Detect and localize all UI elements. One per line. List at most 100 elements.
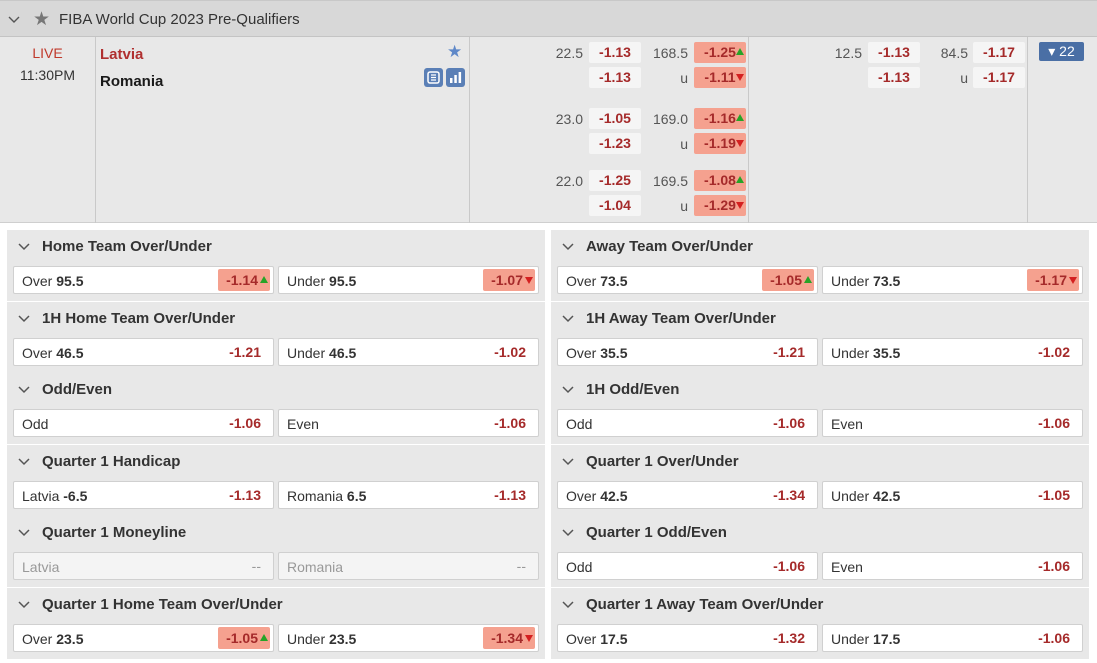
bet-option[interactable]: Under 95.5 -1.07 (278, 266, 539, 294)
option-odds: -1.21 (773, 343, 805, 360)
under-odds[interactable]: -1.29 (694, 195, 746, 216)
bet-option[interactable]: Over 17.5 -1.32 (557, 623, 818, 652)
stats-chart-icon[interactable] (446, 68, 465, 87)
more-markets-button[interactable]: ▾ 22 (1039, 42, 1084, 61)
1h-over-odds[interactable]: -1.17 (973, 42, 1025, 63)
handicap-away-odds[interactable]: -1.13 (589, 67, 641, 88)
bet-option[interactable]: Over 95.5 -1.14 (13, 266, 274, 294)
market-block: 1H Away Team Over/Under Over 35.5 -1.21 Und… (551, 301, 1089, 373)
bet-option[interactable]: Over 46.5 -1.21 (13, 337, 274, 366)
chevron-down-icon[interactable] (8, 13, 20, 25)
bet-option[interactable]: Over 73.5 -1.05 (557, 266, 818, 294)
total-line: 168.5 (652, 45, 688, 61)
1h-under-odds[interactable]: -1.17 (973, 67, 1025, 88)
divider (1027, 37, 1028, 223)
bet-option[interactable]: Even -1.06 (822, 552, 1083, 580)
option-odds: -1.07 (483, 269, 535, 291)
market-title: Quarter 1 Home Team Over/Under (42, 595, 283, 613)
bet-option[interactable]: Even -1.06 (822, 409, 1083, 437)
bet-option[interactable]: Under 35.5 -1.02 (822, 337, 1083, 366)
bet-option[interactable]: Odd -1.06 (557, 409, 818, 437)
option-odds: -1.13 (229, 486, 261, 503)
chevron-down-icon[interactable] (18, 242, 30, 252)
favorite-star-icon[interactable]: ★ (33, 10, 50, 29)
bet-option[interactable]: Over 42.5 -1.34 (557, 480, 818, 509)
away-team-name[interactable]: Romania (100, 73, 163, 90)
bet-option[interactable]: Under 17.5 -1.06 (822, 623, 1083, 652)
under-label: u (680, 70, 688, 86)
bet-option[interactable]: Over 23.5 -1.05 (13, 623, 274, 652)
chevron-down-icon[interactable] (18, 528, 30, 538)
over-odds[interactable]: -1.25 (694, 42, 746, 63)
option-odds: -1.02 (1038, 343, 1070, 360)
option-label: Under 42.5 (831, 487, 901, 504)
option-odds: -1.34 (483, 626, 535, 649)
over-odds[interactable]: -1.16 (694, 108, 746, 129)
chevron-down-icon[interactable] (562, 385, 574, 395)
option-label: Over 95.5 (22, 273, 84, 289)
total-line: 169.5 (652, 173, 688, 189)
chevron-down-icon[interactable] (562, 242, 574, 252)
bet-option[interactable]: Under 23.5 -1.34 (278, 623, 539, 652)
under-odds[interactable]: -1.19 (694, 133, 746, 154)
1h-handicap-home-odds[interactable]: -1.13 (868, 42, 920, 63)
market-title: Quarter 1 Away Team Over/Under (586, 595, 824, 613)
option-label: Romania (287, 559, 344, 575)
market-block: Quarter 1 Handicap Latvia -6.5 -1.13 Romani… (7, 444, 545, 516)
chevron-down-icon[interactable] (18, 600, 30, 610)
bet-option[interactable]: Even -1.06 (278, 409, 539, 437)
scoreboard-icon[interactable] (424, 68, 443, 87)
chevron-down-icon[interactable] (18, 385, 30, 395)
option-line: 46.5 (329, 344, 357, 361)
trend-down-icon (736, 140, 744, 147)
chevron-down-icon[interactable] (18, 457, 30, 467)
option-odds: -1.06 (494, 415, 526, 431)
chevron-down-icon[interactable] (562, 528, 574, 538)
market-block: Quarter 1 Over/Under Over 42.5 -1.34 Under … (551, 444, 1089, 516)
bet-option[interactable]: Romania 6.5 -1.13 (278, 480, 539, 509)
market-title: Odd/Even (42, 381, 113, 398)
bet-option[interactable]: Latvia -6.5 -1.13 (13, 480, 274, 509)
league-header[interactable]: ★ FIBA World Cup 2023 Pre-Qualifiers (0, 0, 1097, 37)
bet-option[interactable]: Odd -1.06 (13, 409, 274, 437)
handicap-home-odds[interactable]: -1.13 (589, 42, 641, 63)
market-block: Home Team Over/Under Over 95.5 -1.14 Under … (7, 230, 545, 301)
handicap-away-odds[interactable]: -1.23 (589, 133, 641, 154)
bet-option[interactable]: Under 46.5 -1.02 (278, 337, 539, 366)
option-label: Over 23.5 (22, 630, 84, 647)
bet-option[interactable]: Under 42.5 -1.05 (822, 480, 1083, 509)
bet-option[interactable]: Over 35.5 -1.21 (557, 337, 818, 366)
chevron-down-icon[interactable] (562, 457, 574, 467)
option-line: 35.5 (600, 344, 628, 361)
1h-handicap-away-odds[interactable]: -1.13 (868, 67, 920, 88)
option-line: 17.5 (600, 630, 628, 647)
market-title: 1H Odd/Even (586, 381, 680, 398)
option-line: 73.5 (600, 273, 628, 289)
home-team-name[interactable]: Latvia (100, 46, 143, 63)
option-odds: -1.05 (762, 269, 814, 291)
bet-option[interactable]: Odd -1.06 (557, 552, 818, 580)
handicap-home-odds[interactable]: -1.05 (589, 108, 641, 129)
option-label: Under 73.5 (831, 273, 901, 289)
chevron-down-icon[interactable] (562, 600, 574, 610)
option-line: 42.5 (600, 487, 628, 504)
bet-option[interactable]: Under 73.5 -1.17 (822, 266, 1083, 294)
market-title: Quarter 1 Moneyline (42, 524, 187, 541)
market-title: Quarter 1 Over/Under (586, 452, 739, 470)
trend-up-icon (260, 633, 268, 641)
over-odds[interactable]: -1.08 (694, 170, 746, 191)
chevron-down-icon[interactable] (18, 314, 30, 324)
under-odds[interactable]: -1.11 (694, 67, 746, 88)
market-block: Quarter 1 Moneyline Latvia -- Romania -- (7, 516, 545, 587)
option-odds: -1.14 (218, 269, 270, 291)
market-title: Away Team Over/Under (586, 238, 754, 255)
option-label: Under 95.5 (287, 273, 357, 289)
option-line: -6.5 (63, 487, 88, 504)
option-label: Over 17.5 (566, 630, 628, 647)
option-odds: -1.06 (1038, 558, 1070, 574)
handicap-home-odds[interactable]: -1.25 (589, 170, 641, 191)
match-favorite-star-icon[interactable]: ★ (447, 43, 462, 60)
chevron-down-icon[interactable] (562, 314, 574, 324)
handicap-line: 22.5 (555, 45, 583, 61)
handicap-away-odds[interactable]: -1.04 (589, 195, 641, 216)
